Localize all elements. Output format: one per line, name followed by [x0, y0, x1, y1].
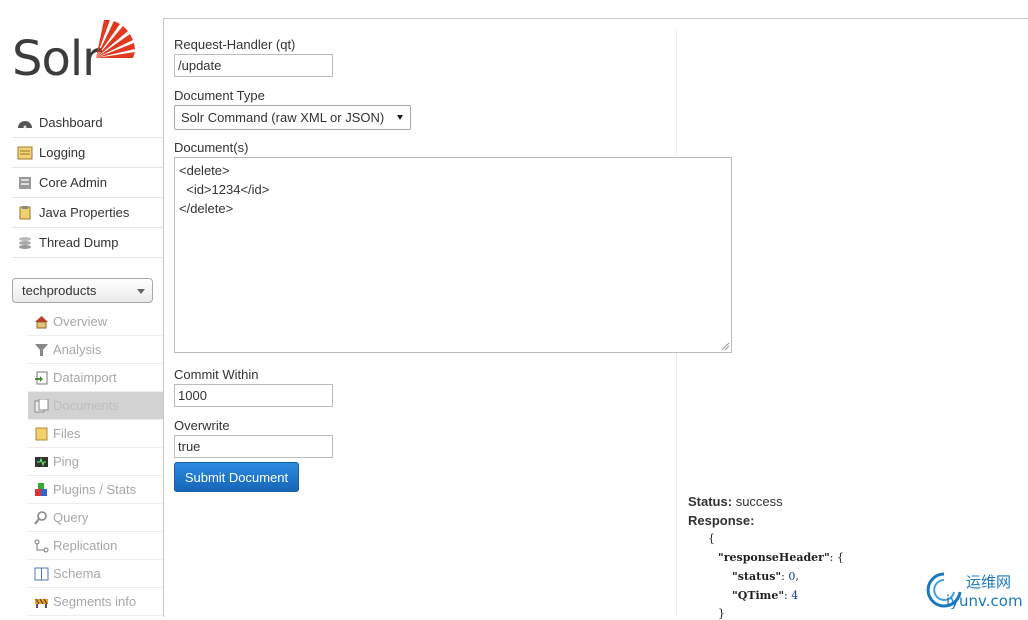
response-status: Status: success: [688, 494, 783, 509]
json-key: "QTime": [732, 589, 785, 602]
nav-core-admin[interactable]: Core Admin: [12, 168, 163, 198]
resize-handle-icon[interactable]: [721, 342, 730, 351]
submit-document-button[interactable]: Submit Document: [174, 462, 299, 492]
watermark: 运维网 iyunv.com: [924, 568, 1028, 614]
nav-dashboard[interactable]: Dashboard: [12, 108, 163, 138]
chevron-down-icon: [397, 115, 403, 120]
schema-icon: [34, 567, 49, 581]
core-nav-label: Documents: [53, 398, 119, 413]
content-top-border: [163, 18, 1028, 19]
request-handler-input[interactable]: /update: [174, 54, 333, 77]
core-nav-label: Schema: [53, 566, 101, 581]
core-nav-label: Analysis: [53, 342, 102, 357]
nav-java-properties[interactable]: Java Properties: [12, 198, 163, 228]
document-line: </delete>: [179, 201, 234, 216]
commit-within-input[interactable]: 1000: [174, 384, 333, 407]
core-nav-label: Segments info: [53, 594, 137, 609]
core-nav-label: Dataimport: [53, 370, 117, 385]
sidebar: Solr Dashboard Logging Core Admin Java P…: [0, 0, 163, 617]
json-punct: ,: [795, 570, 799, 583]
core-selector[interactable]: techproducts: [12, 278, 153, 303]
json-line-response-header: "responseHeader": {: [718, 551, 844, 564]
response-label: Response:: [688, 513, 755, 528]
core-nav: Overview Analysis Dataimport Documents F…: [28, 308, 163, 616]
home-icon: [34, 315, 49, 329]
dashboard-icon: [17, 116, 33, 130]
core-nav-ping[interactable]: Ping: [28, 448, 163, 476]
logo-text: Solr: [12, 31, 102, 87]
documents-icon: [34, 398, 49, 413]
core-nav-analysis[interactable]: Analysis: [28, 336, 163, 364]
document-line: <delete>: [179, 163, 230, 178]
overwrite-label: Overwrite: [174, 418, 230, 433]
java-properties-icon: [17, 205, 33, 220]
core-nav-files[interactable]: Files: [28, 420, 163, 448]
plugins-icon: [34, 482, 49, 497]
json-key: "responseHeader": [718, 551, 830, 564]
replication-icon: [34, 539, 49, 553]
solr-sun-icon: [96, 20, 135, 58]
status-value: success: [735, 494, 783, 509]
core-nav-label: Overview: [53, 314, 108, 329]
nav-label: Dashboard: [39, 115, 103, 130]
json-open-brace: {: [708, 532, 715, 545]
logging-icon: [17, 146, 33, 160]
json-key: "status": [732, 570, 782, 583]
core-nav-segments-info[interactable]: Segments info: [28, 588, 163, 616]
core-nav-schema[interactable]: Schema: [28, 560, 163, 588]
document-line: <id>1234</id>: [179, 182, 270, 197]
nav-thread-dump[interactable]: Thread Dump: [12, 228, 163, 258]
core-nav-dataimport[interactable]: Dataimport: [28, 364, 163, 392]
ping-icon: [34, 455, 49, 469]
response-heading: Response:: [688, 513, 754, 528]
chevron-down-icon: [137, 289, 145, 294]
nav-label: Core Admin: [39, 175, 107, 190]
core-nav-overview[interactable]: Overview: [28, 308, 163, 336]
documents-textarea[interactable]: <delete> <id>1234</id> </delete>: [174, 157, 732, 353]
core-admin-icon: [17, 176, 33, 190]
documents-label: Document(s): [174, 140, 249, 155]
commit-within-label: Commit Within: [174, 367, 259, 382]
folder-icon: [34, 427, 49, 441]
json-line-qtime: "QTime": 4: [732, 589, 798, 602]
nav-label: Thread Dump: [39, 235, 119, 250]
json-close-brace: }: [718, 607, 725, 620]
core-selector-value: techproducts: [22, 283, 97, 298]
segments-icon: [34, 595, 49, 609]
status-label: Status:: [688, 494, 733, 509]
request-handler-label: Request-Handler (qt): [174, 37, 296, 52]
funnel-icon: [34, 343, 49, 357]
core-nav-replication[interactable]: Replication: [28, 532, 163, 560]
core-nav-label: Query: [53, 510, 89, 525]
core-nav-plugins-stats[interactable]: Plugins / Stats: [28, 476, 163, 504]
json-line-status: "status": 0,: [732, 570, 799, 583]
core-nav-label: Files: [53, 426, 81, 441]
watermark-en: iyunv.com: [946, 592, 1023, 610]
core-nav-query[interactable]: Query: [28, 504, 163, 532]
core-nav-documents[interactable]: Documents: [28, 392, 163, 420]
core-nav-label: Replication: [53, 538, 118, 553]
main-nav: Dashboard Logging Core Admin Java Proper…: [12, 108, 163, 258]
document-type-label: Document Type: [174, 88, 265, 103]
nav-logging[interactable]: Logging: [12, 138, 163, 168]
query-icon: [34, 510, 49, 525]
watermark-cn: 运维网: [966, 573, 1012, 591]
document-type-value: Solr Command (raw XML or JSON): [181, 110, 385, 125]
dataimport-icon: [34, 371, 49, 385]
json-punct: : {: [829, 551, 844, 564]
thread-dump-icon: [17, 236, 33, 250]
nav-label: Java Properties: [39, 205, 130, 220]
solr-logo[interactable]: Solr: [12, 18, 142, 88]
json-number: 4: [791, 589, 799, 602]
core-nav-label: Plugins / Stats: [53, 482, 137, 497]
nav-label: Logging: [39, 145, 86, 160]
core-nav-label: Ping: [53, 454, 80, 469]
document-type-select[interactable]: Solr Command (raw XML or JSON): [174, 105, 411, 130]
content-left-border: [163, 18, 164, 617]
overwrite-input[interactable]: true: [174, 435, 333, 458]
